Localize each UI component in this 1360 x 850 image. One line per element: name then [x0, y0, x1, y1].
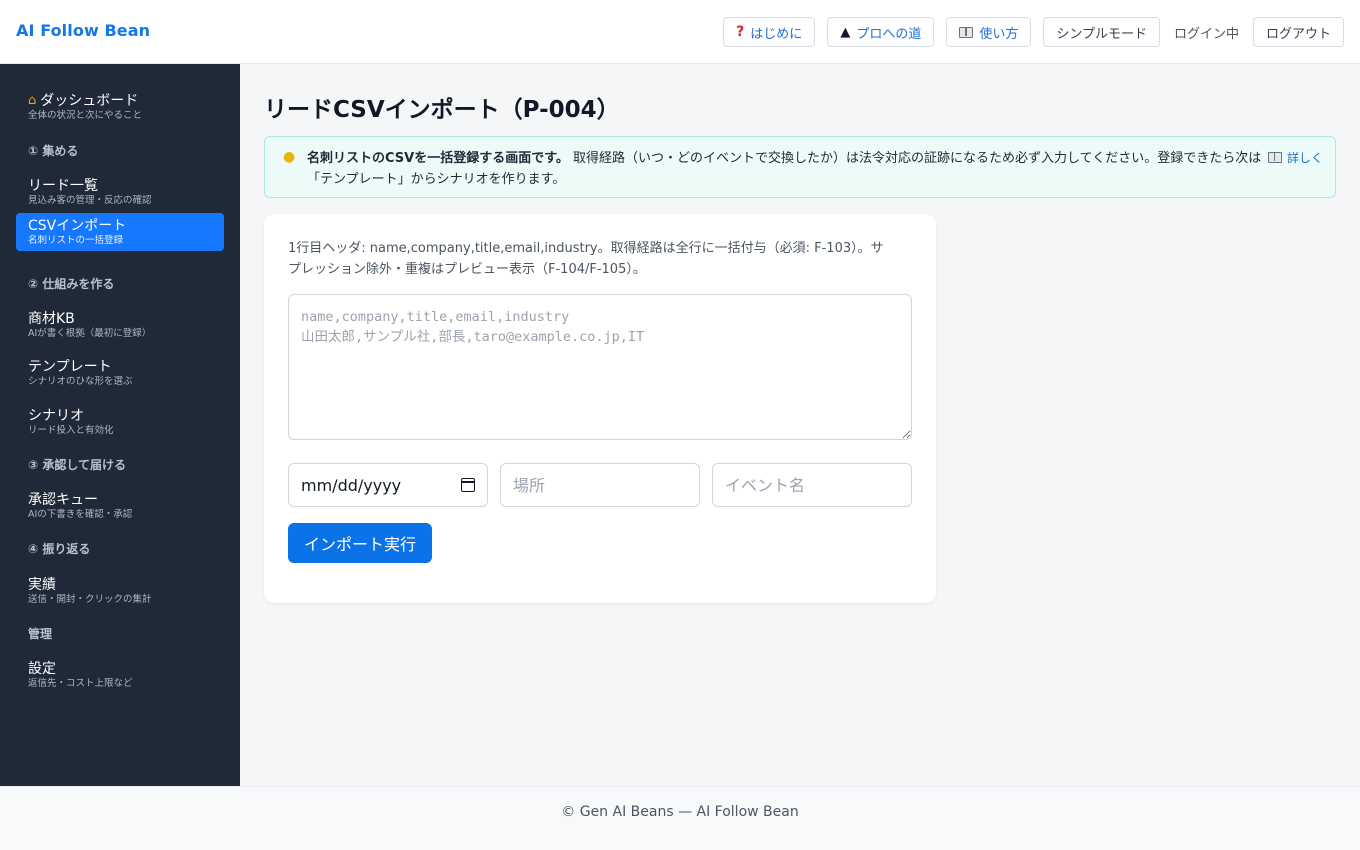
sidebar-item-sub: 見込み客の管理・反応の確認 [28, 195, 152, 206]
sidebar-section-approve: ③ 承認して届ける [28, 458, 126, 472]
place-input[interactable] [500, 463, 700, 507]
sidebar-item-approval-queue[interactable]: 承認キュー AIの下書きを確認・承認 [16, 487, 224, 525]
sidebar-section-build: ② 仕組みを作る [28, 277, 115, 291]
sidebar-item-sub: リード投入と有効化 [28, 425, 114, 436]
event-name-input[interactable] [712, 463, 912, 507]
sidebar-item-results[interactable]: 実績 送信・開封・クリックの集計 [16, 572, 224, 610]
sidebar-item-label: CSVインポート [28, 218, 127, 234]
start-label: はじめに [750, 26, 803, 42]
app-header: AI Follow Bean ? はじめに ▲ プロへの道 使い方 シンプルモー… [0, 0, 1360, 64]
import-card: 1行目ヘッダ: name,company,title,email,industr… [264, 214, 936, 603]
book-icon [1267, 152, 1282, 163]
sidebar-item-dashboard[interactable]: ⌂ ダッシュボード 全体の状況と次にやること [16, 88, 224, 126]
footer-text: © Gen AI Beans — AI Follow Bean [561, 804, 799, 820]
pro-path-button[interactable]: ▲ プロへの道 [827, 17, 935, 47]
info-bold-text: 名刺リストのCSVを一括登録する画面です。 [307, 151, 569, 166]
calendar-icon[interactable] [461, 478, 475, 492]
howto-label: 使い方 [979, 26, 1019, 42]
info-banner: ● 名刺リストのCSVを一括登録する画面です。 取得経路（いつ・どのイベントで交… [264, 136, 1336, 198]
sidebar-item-sub: 全体の状況と次にやること [28, 110, 143, 121]
sidebar-item-label: 実績 [28, 577, 56, 593]
footer: © Gen AI Beans — AI Follow Bean [0, 786, 1360, 850]
csv-textarea[interactable] [288, 294, 912, 440]
sidebar-item-csv-import[interactable]: CSVインポート 名刺リストの一括登録 [16, 213, 224, 251]
date-value: mm/dd/yyyy [301, 475, 402, 495]
info-text: 名刺リストのCSVを一括登録する画面です。 取得経路（いつ・どのイベントで交換し… [307, 148, 1262, 190]
sidebar-item-sub: 返信先・コスト上限など [28, 678, 133, 689]
logout-label: ログアウト [1265, 26, 1331, 42]
sidebar-item-label: 設定 [28, 661, 56, 677]
sidebar-item-kb[interactable]: 商材KB AIが書く根拠（最初に登録） [16, 306, 224, 344]
sidebar-item-leads[interactable]: リード一覧 見込み客の管理・反応の確認 [16, 173, 224, 211]
house-icon: ⌂ [28, 93, 37, 108]
book-icon [959, 26, 974, 38]
sidebar-item-sub: AIの下書きを確認・承認 [28, 509, 133, 520]
details-label: 詳しく [1286, 151, 1323, 165]
sidebar-item-label: テンプレート [28, 359, 112, 375]
import-submit-button[interactable]: インポート実行 [288, 523, 433, 563]
simple-mode-label: シンプルモード [1056, 26, 1147, 42]
graduation-cap-icon: ▲ [840, 24, 851, 40]
sidebar-item-label: リード一覧 [28, 178, 98, 194]
sidebar-item-label: ダッシュボード [40, 93, 139, 109]
sidebar-item-templates[interactable]: テンプレート シナリオのひな形を選ぶ [16, 354, 224, 392]
sidebar-item-sub: 送信・開封・クリックの集計 [28, 594, 152, 605]
csv-help-text: 1行目ヘッダ: name,company,title,email,industr… [288, 241, 884, 277]
sidebar-section-collect: ① 集める [28, 144, 79, 158]
sidebar-item-scenarios[interactable]: シナリオ リード投入と有効化 [16, 403, 224, 441]
login-status: ログイン中 [1173, 26, 1239, 42]
pro-path-label: プロへの道 [856, 26, 922, 42]
question-icon: ? [736, 24, 745, 40]
sidebar-item-label: シナリオ [28, 408, 84, 424]
brand-logo[interactable]: AI Follow Bean [16, 21, 150, 40]
page-title: リードCSVインポート（P-004） [264, 97, 620, 123]
sidebar-item-sub: 名刺リストの一括登録 [28, 235, 124, 246]
howto-button[interactable]: 使い方 [946, 17, 1032, 47]
header-nav: ? はじめに ▲ プロへの道 使い方 シンプルモード ログイン中 ログアウト [723, 17, 1344, 47]
details-link[interactable]: 詳しく [1267, 149, 1323, 166]
lightbulb-icon: ● [283, 149, 296, 165]
sidebar-item-sub: AIが書く根拠（最初に登録） [28, 328, 152, 339]
sidebar-item-sub: シナリオのひな形を選ぶ [28, 376, 133, 387]
sidebar-item-label: 承認キュー [28, 492, 98, 508]
sidebar: ⌂ ダッシュボード 全体の状況と次にやること ① 集める リード一覧 見込み客の管… [0, 64, 240, 786]
sidebar-section-review: ④ 振り返る [28, 542, 91, 556]
logout-button[interactable]: ログアウト [1252, 17, 1344, 47]
sidebar-section-admin: 管理 [28, 627, 53, 641]
acquisition-date-input[interactable]: mm/dd/yyyy [288, 463, 488, 507]
start-button[interactable]: ? はじめに [723, 17, 816, 47]
sidebar-item-label: 商材KB [28, 311, 75, 327]
simple-mode-button[interactable]: シンプルモード [1043, 17, 1160, 47]
sidebar-item-settings[interactable]: 設定 返信先・コスト上限など [16, 656, 224, 694]
